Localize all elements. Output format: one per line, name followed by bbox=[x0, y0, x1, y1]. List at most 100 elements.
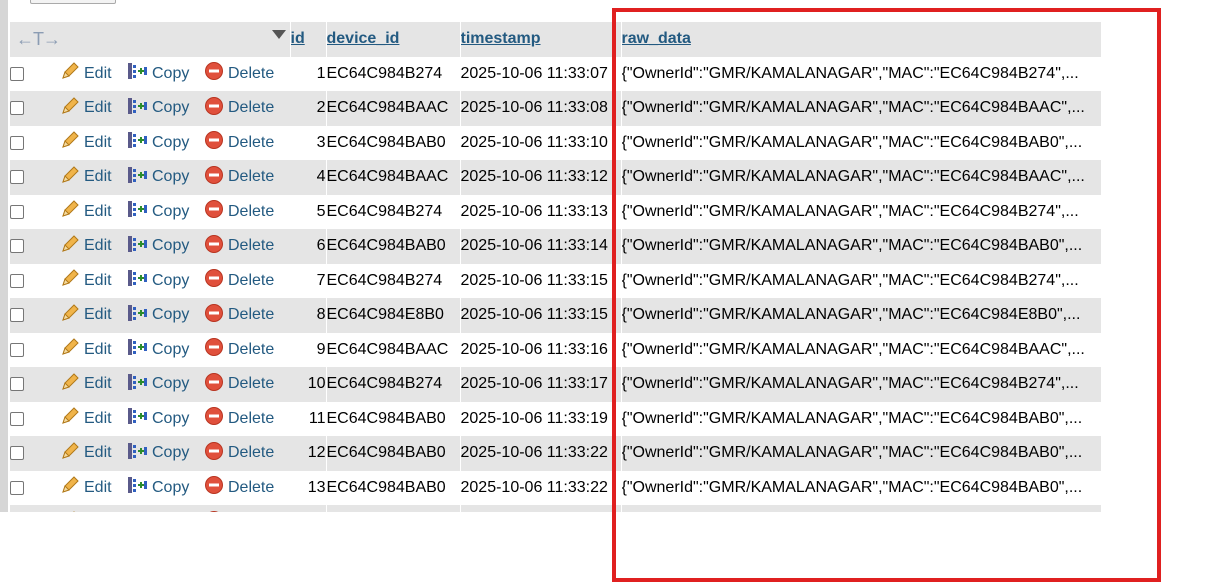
edit-link[interactable]: Edit bbox=[60, 375, 112, 392]
copy-link[interactable]: Copy bbox=[126, 203, 189, 220]
cell-device-id[interactable]: EC64C984BAB0 bbox=[326, 471, 460, 506]
delete-link[interactable]: Delete bbox=[204, 99, 274, 116]
copy-link[interactable]: Copy bbox=[126, 341, 189, 358]
cell-id[interactable]: 13 bbox=[290, 471, 326, 506]
cell-timestamp[interactable]: 2025-10-06 11:33:15 bbox=[460, 264, 621, 299]
cell-timestamp[interactable]: 2025-10-06 11:33:17 bbox=[460, 367, 621, 402]
edit-link[interactable]: Edit bbox=[60, 444, 112, 461]
edit-link[interactable]: Edit bbox=[60, 65, 112, 82]
edit-link[interactable]: Edit bbox=[60, 134, 112, 151]
copy-link[interactable]: Copy bbox=[126, 99, 189, 116]
row-checkbox[interactable] bbox=[10, 343, 24, 357]
top-tab[interactable] bbox=[30, 0, 116, 4]
copy-link[interactable]: Copy bbox=[126, 168, 189, 185]
copy-link[interactable]: Copy bbox=[126, 375, 189, 392]
cell-id[interactable]: 12 bbox=[290, 436, 326, 471]
copy-link[interactable]: Copy bbox=[126, 65, 189, 82]
cell-id[interactable]: 3 bbox=[290, 126, 326, 161]
cell-id[interactable]: 6 bbox=[290, 229, 326, 264]
cell-timestamp[interactable]: 2025-10-06 11:33:13 bbox=[460, 195, 621, 230]
copy-link[interactable]: Copy bbox=[126, 237, 189, 254]
header-id[interactable]: id bbox=[290, 22, 326, 57]
row-checkbox[interactable] bbox=[10, 205, 24, 219]
delete-link[interactable]: Delete bbox=[204, 479, 274, 496]
delete-link[interactable]: Delete bbox=[204, 134, 274, 151]
delete-link[interactable]: Delete bbox=[204, 444, 274, 461]
row-checkbox[interactable] bbox=[10, 481, 24, 495]
row-checkbox[interactable] bbox=[10, 101, 24, 115]
edit-link[interactable]: Edit bbox=[60, 203, 112, 220]
cell-device-id[interactable]: EC64C984B274 bbox=[326, 367, 460, 402]
edit-link[interactable]: Edit bbox=[60, 237, 112, 254]
cell-id[interactable]: 10 bbox=[290, 367, 326, 402]
row-checkbox[interactable] bbox=[10, 239, 24, 253]
cell-device-id[interactable]: EC64C984BAB0 bbox=[326, 505, 460, 512]
cell-device-id[interactable]: EC64C984BAB0 bbox=[326, 436, 460, 471]
cell-id[interactable]: 1 bbox=[290, 57, 326, 92]
cell-device-id[interactable]: EC64C984BAAC bbox=[326, 91, 460, 126]
cell-timestamp[interactable]: 2025-10-06 11:33:08 bbox=[460, 91, 621, 126]
header-device-id[interactable]: device_id bbox=[326, 22, 460, 57]
cell-device-id[interactable]: EC64C984B274 bbox=[326, 57, 460, 92]
cell-timestamp[interactable]: 2025-10-06 11:33:22 bbox=[460, 505, 621, 512]
cell-device-id[interactable]: EC64C984E8B0 bbox=[326, 298, 460, 333]
edit-link[interactable]: Edit bbox=[60, 479, 112, 496]
cell-timestamp[interactable]: 2025-10-06 11:33:07 bbox=[460, 57, 621, 92]
delete-link[interactable]: Delete bbox=[204, 203, 274, 220]
cell-id[interactable]: 11 bbox=[290, 402, 326, 437]
cell-timestamp[interactable]: 2025-10-06 11:33:15 bbox=[460, 298, 621, 333]
cell-id[interactable]: 5 bbox=[290, 195, 326, 230]
cell-device-id[interactable]: EC64C984BAAC bbox=[326, 333, 460, 368]
edit-link[interactable]: Edit bbox=[60, 272, 112, 289]
header-timestamp[interactable]: timestamp bbox=[460, 22, 621, 57]
delete-link[interactable]: Delete bbox=[204, 168, 274, 185]
column-arrows-icon[interactable]: ←T→ bbox=[10, 29, 60, 49]
delete-link[interactable]: Delete bbox=[204, 65, 274, 82]
copy-link[interactable]: Copy bbox=[126, 410, 189, 427]
cell-timestamp[interactable]: 2025-10-06 11:33:16 bbox=[460, 333, 621, 368]
column-arrows-header[interactable]: ←T→ bbox=[10, 22, 290, 57]
row-checkbox[interactable] bbox=[10, 136, 24, 150]
delete-link[interactable]: Delete bbox=[204, 375, 274, 392]
delete-link[interactable]: Delete bbox=[204, 306, 274, 323]
cell-id[interactable]: 8 bbox=[290, 298, 326, 333]
copy-link[interactable]: Copy bbox=[126, 272, 189, 289]
copy-link[interactable]: Copy bbox=[126, 306, 189, 323]
cell-timestamp[interactable]: 2025-10-06 11:33:22 bbox=[460, 471, 621, 506]
delete-link[interactable]: Delete bbox=[204, 410, 274, 427]
cell-timestamp[interactable]: 2025-10-06 11:33:22 bbox=[460, 436, 621, 471]
cell-id[interactable]: 14 bbox=[290, 505, 326, 512]
cell-device-id[interactable]: EC64C984BAB0 bbox=[326, 402, 460, 437]
cell-timestamp[interactable]: 2025-10-06 11:33:19 bbox=[460, 402, 621, 437]
row-checkbox[interactable] bbox=[10, 377, 24, 391]
row-checkbox[interactable] bbox=[10, 308, 24, 322]
cell-id[interactable]: 7 bbox=[290, 264, 326, 299]
edit-link[interactable]: Edit bbox=[60, 410, 112, 427]
cell-device-id[interactable]: EC64C984B274 bbox=[326, 264, 460, 299]
cell-device-id[interactable]: EC64C984BAAC bbox=[326, 160, 460, 195]
sort-down-icon[interactable] bbox=[272, 29, 286, 43]
delete-link[interactable]: Delete bbox=[204, 237, 274, 254]
copy-link[interactable]: Copy bbox=[126, 134, 189, 151]
cell-timestamp[interactable]: 2025-10-06 11:33:10 bbox=[460, 126, 621, 161]
edit-link[interactable]: Edit bbox=[60, 341, 112, 358]
row-checkbox[interactable] bbox=[10, 67, 24, 81]
edit-link[interactable]: Edit bbox=[60, 306, 112, 323]
cell-id[interactable]: 4 bbox=[290, 160, 326, 195]
delete-link[interactable]: Delete bbox=[204, 272, 274, 289]
row-checkbox[interactable] bbox=[10, 412, 24, 426]
cell-id[interactable]: 9 bbox=[290, 333, 326, 368]
row-checkbox[interactable] bbox=[10, 170, 24, 184]
row-checkbox[interactable] bbox=[10, 274, 24, 288]
delete-link[interactable]: Delete bbox=[204, 341, 274, 358]
cell-id[interactable]: 2 bbox=[290, 91, 326, 126]
cell-timestamp[interactable]: 2025-10-06 11:33:12 bbox=[460, 160, 621, 195]
cell-timestamp[interactable]: 2025-10-06 11:33:14 bbox=[460, 229, 621, 264]
copy-link[interactable]: Copy bbox=[126, 444, 189, 461]
row-checkbox[interactable] bbox=[10, 446, 24, 460]
cell-device-id[interactable]: EC64C984BAB0 bbox=[326, 126, 460, 161]
edit-link[interactable]: Edit bbox=[60, 168, 112, 185]
cell-device-id[interactable]: EC64C984B274 bbox=[326, 195, 460, 230]
cell-device-id[interactable]: EC64C984BAB0 bbox=[326, 229, 460, 264]
edit-link[interactable]: Edit bbox=[60, 99, 112, 116]
